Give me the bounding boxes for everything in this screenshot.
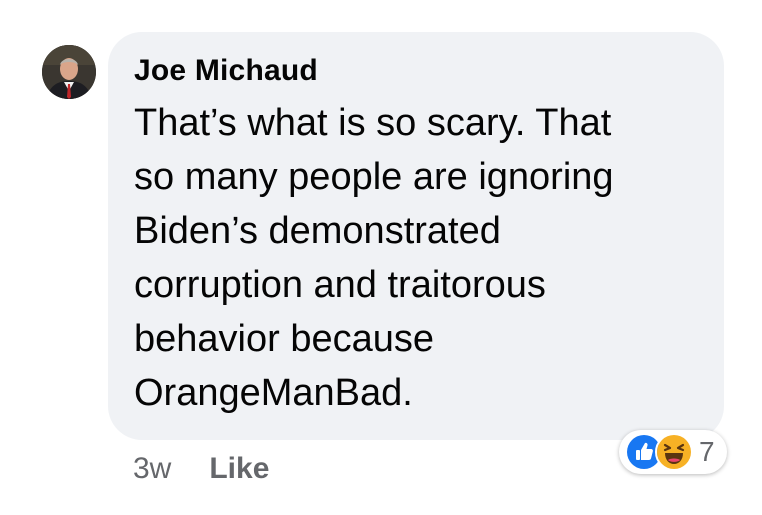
comment-text: That’s what is so scary. That so many pe… (134, 96, 700, 420)
comment-text-line: Biden’s demonstrated (134, 210, 501, 252)
comment-text-line: OrangeManBad. (134, 372, 413, 414)
comment-thread: Joe Michaud That’s what is so scary. Tha… (0, 0, 762, 515)
like-button[interactable]: Like (209, 452, 269, 486)
comment-text-line: so many people are ignoring (134, 156, 614, 198)
comment-text-line: corruption and traitorous (134, 264, 546, 306)
comment-author-name[interactable]: Joe Michaud (134, 52, 700, 90)
comment-actions: 3w Like (133, 446, 269, 492)
avatar[interactable] (42, 45, 96, 99)
comment-bubble: Joe Michaud That’s what is so scary. Tha… (108, 32, 724, 440)
comment-text-line: behavior because (134, 318, 434, 360)
comment-timestamp[interactable]: 3w (133, 452, 171, 486)
haha-reaction-icon (655, 433, 693, 471)
reaction-summary[interactable]: 7 (619, 430, 727, 474)
avatar-photo (42, 45, 96, 99)
comment-text-line: That’s what is so scary. That (134, 102, 612, 144)
reaction-count: 7 (699, 436, 715, 467)
